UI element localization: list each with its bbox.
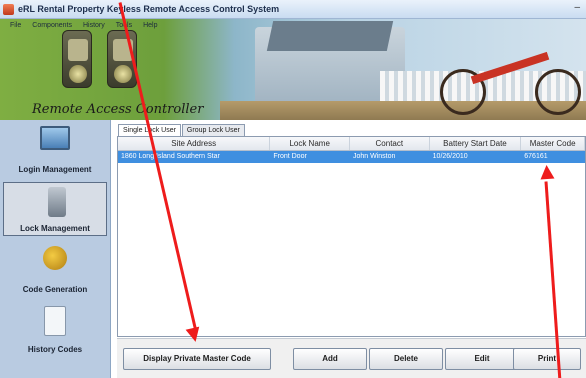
sidebar: Login Management Lock Management Code Ge… xyxy=(0,120,111,378)
column-header-contact[interactable]: Contact xyxy=(350,137,430,150)
column-header-lock-name[interactable]: Lock Name xyxy=(270,137,350,150)
print-button[interactable]: Print xyxy=(513,348,581,370)
column-header-site-address[interactable]: Site Address xyxy=(118,137,271,150)
menu-file[interactable]: File xyxy=(10,22,21,29)
sidebar-item-label: Login Management xyxy=(18,165,92,174)
lock-icon xyxy=(48,187,66,217)
menu-help[interactable]: Help xyxy=(143,22,157,29)
brand-logo: Remote Access Controller xyxy=(32,102,204,117)
sidebar-item-label: History Codes xyxy=(27,345,83,354)
menu-bar: File Components History Tools Help xyxy=(10,22,158,29)
tab-group-lock-user[interactable]: Group Lock User xyxy=(181,124,245,136)
bike-wheel-icon xyxy=(535,69,581,115)
sidebar-item-code-generation[interactable]: Code Generation xyxy=(3,242,107,296)
menu-history[interactable]: History xyxy=(83,22,105,29)
cell-site-address: 1860 Long Island Southern Star xyxy=(121,153,220,160)
column-header-battery-start-date[interactable]: Battery Start Date xyxy=(430,137,522,150)
keypad-lock-icon xyxy=(62,30,92,88)
action-bar: Display Private Master Code Add Delete E… xyxy=(117,338,586,378)
ground-photo xyxy=(220,101,586,120)
edit-button[interactable]: Edit xyxy=(445,348,519,370)
lock-table: Site Address Lock Name Contact Battery S… xyxy=(117,136,586,337)
menu-components[interactable]: Components xyxy=(32,22,72,29)
app-icon xyxy=(3,4,14,15)
annotation-arrowhead-right xyxy=(539,164,555,180)
column-header-master-code[interactable]: Master Code xyxy=(521,137,585,150)
sidebar-item-history-codes[interactable]: History Codes xyxy=(3,302,107,356)
cell-master-code: 676161 xyxy=(524,153,548,160)
document-icon xyxy=(44,306,66,336)
table-header: Site Address Lock Name Contact Battery S… xyxy=(118,137,585,151)
key-icon xyxy=(43,246,67,270)
table-row[interactable]: 1860 Long Island Southern Star Front Doo… xyxy=(118,151,585,163)
cell-contact: John Winston xyxy=(353,153,396,160)
delete-button[interactable]: Delete xyxy=(369,348,443,370)
sidebar-item-label: Code Generation xyxy=(22,285,88,294)
title-bar: eRL Rental Property Keyless Remote Acces… xyxy=(0,0,586,19)
cell-battery-start-date: 10/26/2010 xyxy=(432,153,468,160)
sidebar-item-login-management[interactable]: Login Management xyxy=(3,122,107,176)
monitor-icon xyxy=(40,126,70,150)
sidebar-item-label: Lock Management xyxy=(20,224,90,233)
minimize-button[interactable]: – xyxy=(574,2,580,13)
window-title: eRL Rental Property Keyless Remote Acces… xyxy=(18,4,280,14)
cell-lock-name: Front Door xyxy=(273,153,307,160)
sidebar-item-lock-management[interactable]: Lock Management xyxy=(3,182,107,236)
tab-bar: Single Lock User Group Lock User xyxy=(118,124,246,136)
add-button[interactable]: Add xyxy=(293,348,367,370)
display-private-master-code-button[interactable]: Display Private Master Code xyxy=(123,348,271,370)
